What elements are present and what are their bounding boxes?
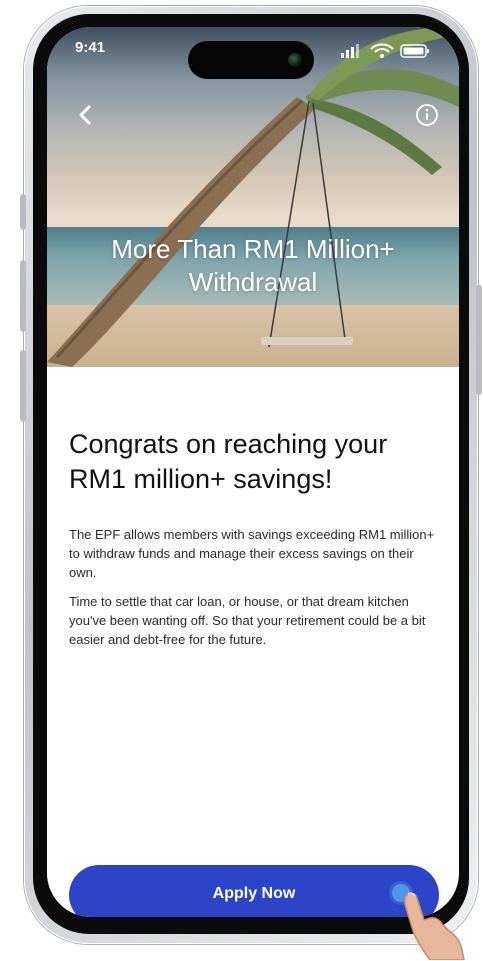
apply-now-label: Apply Now (212, 885, 296, 902)
power-button (476, 285, 482, 395)
content-section: Congrats on reaching your RM1 million+ s… (69, 427, 439, 649)
battery-icon (400, 44, 429, 58)
hero-title: More Than RM1 Million+ Withdrawal (111, 234, 395, 297)
back-button[interactable] (73, 103, 97, 127)
dynamic-island (188, 41, 314, 79)
front-camera (288, 53, 302, 67)
wifi-icon (370, 43, 394, 58)
volume-up-button (20, 260, 26, 332)
signal-icon (341, 44, 359, 58)
hero-banner: 9:41 More Than RM1 Million+ Withdrawal (47, 27, 459, 367)
action-button (20, 194, 26, 230)
tap-hand-icon (403, 892, 465, 960)
congrats-heading: Congrats on reaching your RM1 million+ s… (69, 429, 388, 494)
status-icons (341, 43, 429, 58)
status-time: 9:41 (75, 39, 106, 56)
apply-now-button[interactable]: Apply Now (69, 865, 439, 917)
screen: 9:41 More Than RM1 Million+ Withdrawal C… (47, 27, 459, 917)
volume-down-button (20, 350, 26, 422)
back-chevron-icon (79, 105, 91, 125)
description-paragraph-2: Time to settle that car loan, or house, … (69, 594, 426, 647)
description-paragraph-1: The EPF allows members with savings exce… (69, 527, 435, 580)
info-icon[interactable] (415, 103, 439, 127)
